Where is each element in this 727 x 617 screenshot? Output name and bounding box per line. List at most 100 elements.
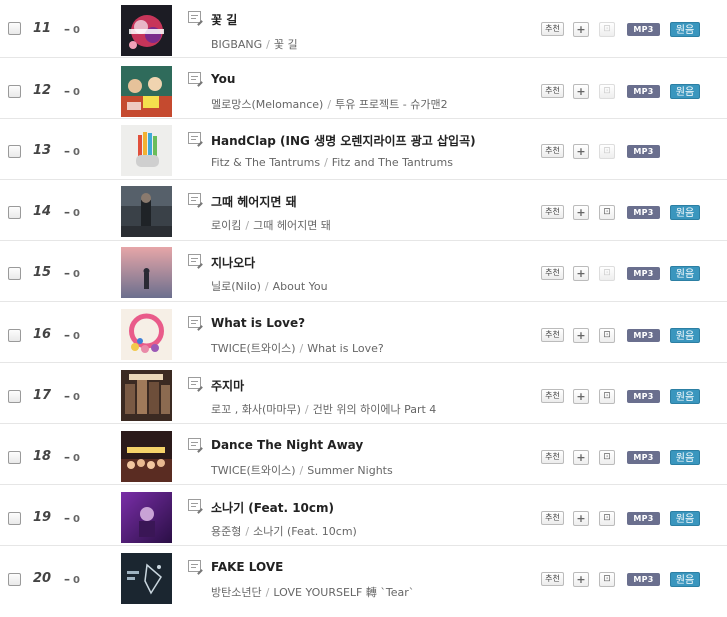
add-button[interactable]: + [573, 328, 589, 343]
lyrics-icon[interactable] [188, 193, 203, 208]
artist-name[interactable]: TWICE(트와이스) [211, 342, 296, 355]
row-checkbox[interactable] [8, 145, 21, 158]
download-icon[interactable]: ⊡ [599, 389, 615, 404]
mp3-button[interactable]: MP3 [627, 267, 660, 280]
add-button[interactable]: + [573, 450, 589, 465]
download-icon[interactable]: ⊡ [599, 22, 615, 37]
album-art[interactable] [121, 66, 172, 117]
lyrics-icon[interactable] [188, 72, 203, 87]
lyrics-icon[interactable] [188, 11, 203, 26]
album-name[interactable]: LOVE YOURSELF 轉 `Tear` [273, 586, 414, 599]
artist-name[interactable]: 방탄소년단 [211, 586, 262, 599]
add-button[interactable]: + [573, 84, 589, 99]
album-name[interactable]: 건반 위의 하이에나 Part 4 [313, 403, 437, 416]
album-art[interactable] [121, 492, 172, 543]
mp3-button[interactable]: MP3 [627, 329, 660, 342]
row-checkbox[interactable] [8, 329, 21, 342]
album-art[interactable] [121, 309, 172, 360]
add-button[interactable]: + [573, 144, 589, 159]
download-icon[interactable]: ⊡ [599, 84, 615, 99]
song-title[interactable]: You [211, 72, 235, 86]
album-name[interactable]: 소나기 (Feat. 10cm) [253, 525, 357, 538]
lyrics-icon[interactable] [188, 316, 203, 331]
lyrics-icon[interactable] [188, 377, 203, 392]
lyrics-icon[interactable] [188, 499, 203, 514]
original-sound-button[interactable]: 원음 [670, 328, 700, 343]
download-icon[interactable]: ⊡ [599, 572, 615, 587]
lyrics-icon[interactable] [188, 132, 203, 147]
album-name[interactable]: 투유 프로젝트 - 슈가맨2 [335, 98, 448, 111]
add-button[interactable]: + [573, 205, 589, 220]
lyrics-icon[interactable] [188, 438, 203, 453]
artist-name[interactable]: BIGBANG [211, 38, 262, 51]
row-checkbox[interactable] [8, 85, 21, 98]
original-sound-button[interactable]: 원음 [670, 205, 700, 220]
album-art[interactable] [121, 247, 172, 298]
recommend-button[interactable]: 추천 [541, 144, 564, 158]
album-name[interactable]: 그때 헤어지면 돼 [253, 219, 331, 232]
original-sound-button[interactable]: 원음 [670, 450, 700, 465]
mp3-button[interactable]: MP3 [627, 23, 660, 36]
recommend-button[interactable]: 추천 [541, 389, 564, 403]
lyrics-icon[interactable] [188, 254, 203, 269]
album-art[interactable] [121, 553, 172, 604]
row-checkbox[interactable] [8, 206, 21, 219]
album-art[interactable] [121, 125, 172, 176]
artist-name[interactable]: 멜로망스(Melomance) [211, 98, 323, 111]
download-icon[interactable]: ⊡ [599, 511, 615, 526]
original-sound-button[interactable]: 원음 [670, 389, 700, 404]
download-icon[interactable]: ⊡ [599, 328, 615, 343]
mp3-button[interactable]: MP3 [627, 85, 660, 98]
recommend-button[interactable]: 추천 [541, 266, 564, 280]
mp3-button[interactable]: MP3 [627, 390, 660, 403]
album-name[interactable]: What is Love? [307, 342, 383, 355]
row-checkbox[interactable] [8, 451, 21, 464]
original-sound-button[interactable]: 원음 [670, 266, 700, 281]
row-checkbox[interactable] [8, 512, 21, 525]
download-icon[interactable]: ⊡ [599, 205, 615, 220]
song-title[interactable]: 그때 헤어지면 돼 [211, 193, 297, 210]
add-button[interactable]: + [573, 22, 589, 37]
mp3-button[interactable]: MP3 [627, 206, 660, 219]
artist-name[interactable]: 로꼬 , 화사(마마무) [211, 403, 301, 416]
original-sound-button[interactable]: 원음 [670, 22, 700, 37]
mp3-button[interactable]: MP3 [627, 512, 660, 525]
recommend-button[interactable]: 추천 [541, 22, 564, 36]
artist-name[interactable]: 로이킴 [211, 219, 241, 232]
song-title[interactable]: 소나기 (Feat. 10cm) [211, 499, 334, 516]
add-button[interactable]: + [573, 389, 589, 404]
song-title[interactable]: What is Love? [211, 316, 305, 330]
album-name[interactable]: About You [273, 280, 328, 293]
artist-name[interactable]: Fitz & The Tantrums [211, 156, 320, 169]
recommend-button[interactable]: 추천 [541, 328, 564, 342]
song-title[interactable]: HandClap (ING 생명 오렌지라이프 광고 삽입곡) [211, 132, 476, 149]
song-title[interactable]: Dance The Night Away [211, 438, 363, 452]
original-sound-button[interactable]: 원음 [670, 84, 700, 99]
mp3-button[interactable]: MP3 [627, 451, 660, 464]
download-icon[interactable]: ⊡ [599, 144, 615, 159]
artist-name[interactable]: 용준형 [211, 525, 241, 538]
recommend-button[interactable]: 추천 [541, 205, 564, 219]
song-title[interactable]: 주지마 [211, 377, 244, 394]
recommend-button[interactable]: 추천 [541, 572, 564, 586]
recommend-button[interactable]: 추천 [541, 450, 564, 464]
album-name[interactable]: Summer Nights [307, 464, 392, 477]
artist-name[interactable]: 닐로(Nilo) [211, 280, 261, 293]
album-art[interactable] [121, 186, 172, 237]
original-sound-button[interactable]: 원음 [670, 572, 700, 587]
mp3-button[interactable]: MP3 [627, 145, 660, 158]
album-name[interactable]: 꽃 길 [274, 38, 298, 51]
album-art[interactable] [121, 5, 172, 56]
add-button[interactable]: + [573, 266, 589, 281]
row-checkbox[interactable] [8, 390, 21, 403]
row-checkbox[interactable] [8, 267, 21, 280]
song-title[interactable]: FAKE LOVE [211, 560, 283, 574]
download-icon[interactable]: ⊡ [599, 450, 615, 465]
row-checkbox[interactable] [8, 573, 21, 586]
recommend-button[interactable]: 추천 [541, 84, 564, 98]
add-button[interactable]: + [573, 572, 589, 587]
download-icon[interactable]: ⊡ [599, 266, 615, 281]
add-button[interactable]: + [573, 511, 589, 526]
row-checkbox[interactable] [8, 22, 21, 35]
original-sound-button[interactable]: 원음 [670, 511, 700, 526]
